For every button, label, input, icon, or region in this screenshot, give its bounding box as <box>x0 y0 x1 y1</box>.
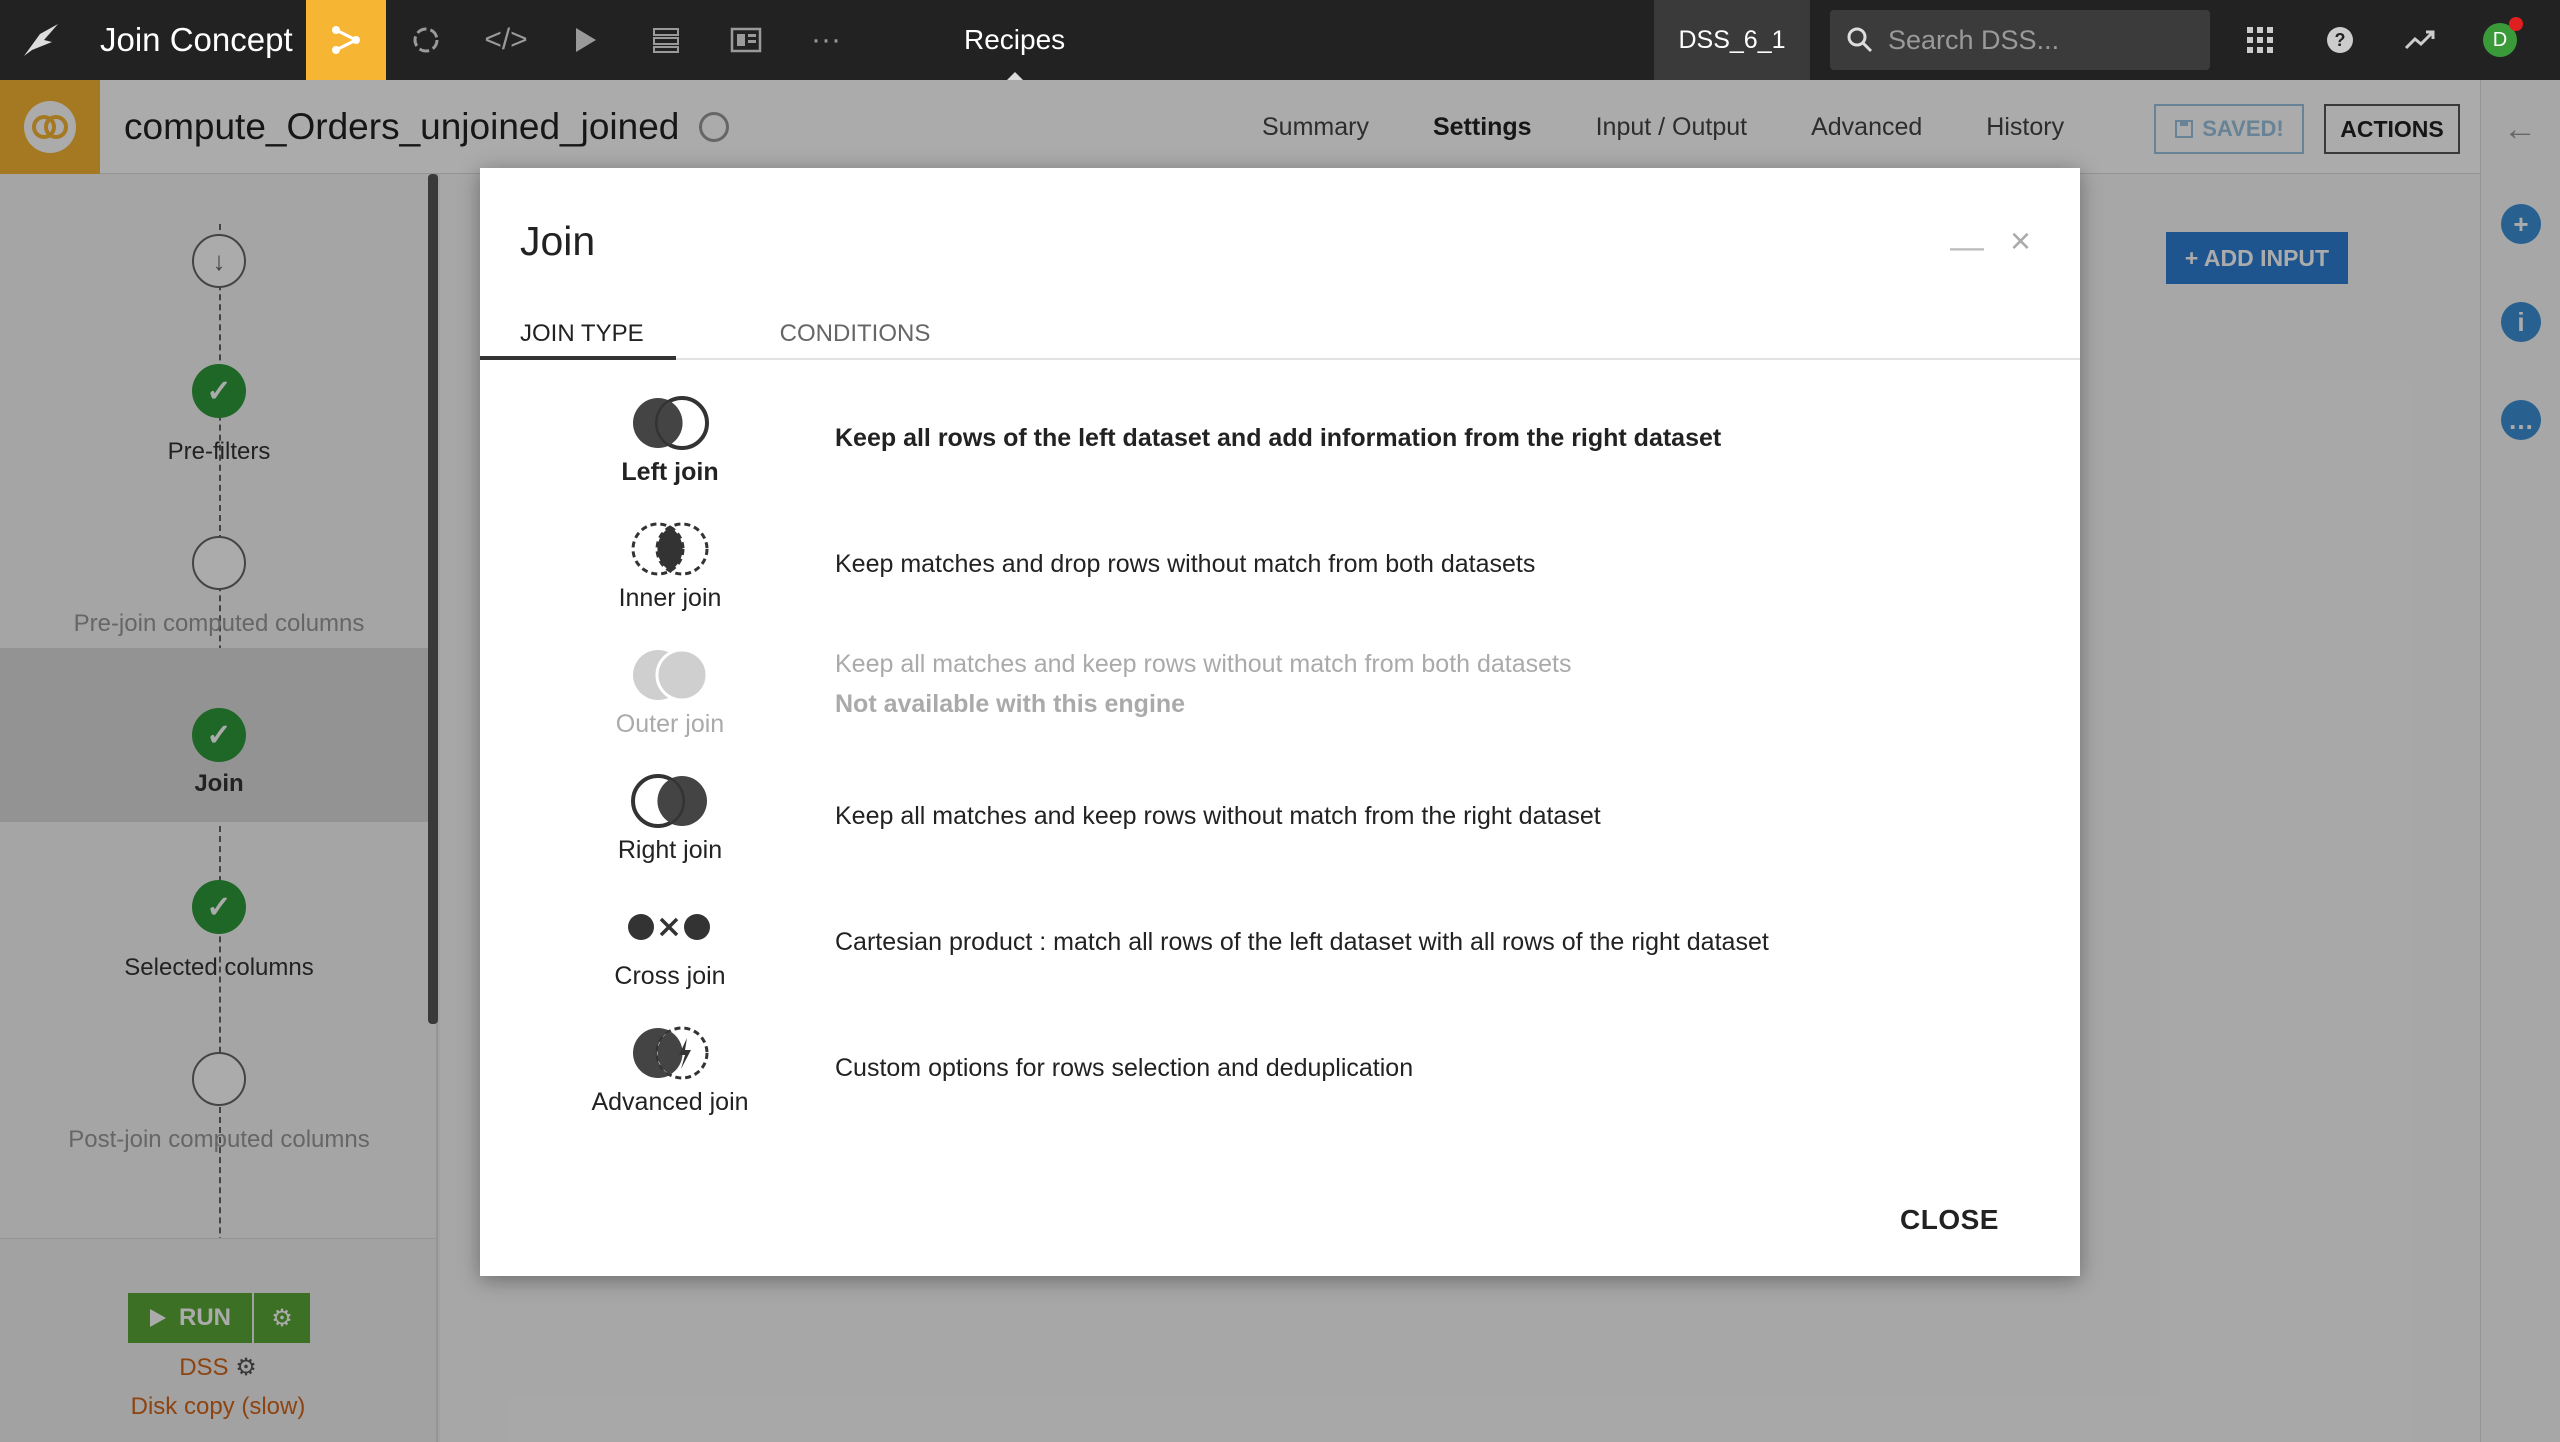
join-description: Custom options for rows selection and de… <box>835 1054 1414 1082</box>
join-option-cross[interactable]: Cross join Cartesian product : match all… <box>480 898 2080 1024</box>
cross-join-icon <box>628 914 710 940</box>
lab-icon[interactable] <box>386 0 466 80</box>
dss-logo-icon[interactable] <box>0 0 80 80</box>
user-avatar[interactable]: D <box>2460 0 2540 80</box>
top-navbar: Join Concept </> ··· Recipes DSS_6_1 ? D <box>0 0 2560 80</box>
outer-join-option: Outer join <box>590 646 750 739</box>
minimize-icon[interactable]: — <box>1950 228 1984 267</box>
join-option-left[interactable]: Left join Keep all rows of the left data… <box>480 394 2080 520</box>
notification-dot <box>2509 17 2523 31</box>
join-description: Keep all rows of the left dataset and ad… <box>835 424 1722 452</box>
right-join-option[interactable]: Right join <box>590 772 750 865</box>
more-icon[interactable]: ··· <box>786 0 866 80</box>
inner-join-option[interactable]: Inner join <box>590 520 750 613</box>
join-name: Right join <box>617 836 723 864</box>
left-join-option[interactable]: Left join <box>590 394 750 487</box>
section-title: Recipes <box>964 0 1065 80</box>
activity-trend-icon[interactable] <box>2380 0 2460 80</box>
svg-text:?: ? <box>2335 30 2346 50</box>
tab-join-type[interactable]: JOIN TYPE <box>480 314 676 360</box>
jobs-play-icon[interactable] <box>546 0 626 80</box>
join-modal: Join — × JOIN TYPE CONDITIONS Left join … <box>480 168 2080 1276</box>
join-name: Inner join <box>618 584 722 612</box>
join-description: Keep matches and drop rows without match… <box>835 550 1536 578</box>
join-option-inner[interactable]: Inner join Keep matches and drop rows wi… <box>480 520 2080 646</box>
cross-join-option[interactable]: Cross join <box>590 898 750 991</box>
code-icon[interactable]: </> <box>466 0 546 80</box>
dashboard-icon[interactable] <box>706 0 786 80</box>
join-description: Cartesian product : match all rows of th… <box>835 928 1769 956</box>
right-join-icon <box>631 774 707 828</box>
search-icon <box>1847 27 1873 53</box>
inner-join-icon <box>631 522 709 576</box>
join-name: Advanced join <box>591 1088 749 1116</box>
join-unavailable-note: Not available with this engine <box>835 690 1186 718</box>
join-option-outer: Outer join Keep all matches and keep row… <box>480 646 2080 772</box>
tab-conditions[interactable]: CONDITIONS <box>750 314 960 360</box>
modal-title: Join <box>520 218 596 264</box>
close-icon[interactable]: × <box>2010 220 2031 262</box>
left-join-icon <box>633 396 709 450</box>
join-name: Left join <box>621 458 719 486</box>
instance-label: DSS_6_1 <box>1654 0 1810 80</box>
modal-tabs: JOIN TYPE CONDITIONS <box>480 314 2080 360</box>
join-option-advanced[interactable]: Advanced join Custom options for rows se… <box>480 1024 2080 1150</box>
help-icon[interactable]: ? <box>2300 0 2380 80</box>
close-button[interactable]: CLOSE <box>1900 1204 1999 1236</box>
search-box[interactable] <box>1830 10 2210 70</box>
flow-icon[interactable] <box>306 0 386 80</box>
search-input[interactable] <box>1888 24 2188 56</box>
join-name: Outer join <box>615 710 725 738</box>
project-name[interactable]: Join Concept <box>80 21 306 59</box>
join-option-right[interactable]: Right join Keep all matches and keep row… <box>480 772 2080 898</box>
join-description: Keep all matches and keep rows without m… <box>835 802 1601 830</box>
wiki-icon[interactable] <box>626 0 706 80</box>
join-name: Cross join <box>614 962 726 990</box>
avatar-letter: D <box>2492 28 2508 51</box>
apps-grid-icon[interactable] <box>2220 0 2300 80</box>
advanced-join-icon <box>633 1026 709 1080</box>
outer-join-icon <box>633 648 709 702</box>
advanced-join-option[interactable]: Advanced join <box>590 1024 750 1117</box>
join-description: Keep all matches and keep rows without m… <box>835 650 1572 678</box>
